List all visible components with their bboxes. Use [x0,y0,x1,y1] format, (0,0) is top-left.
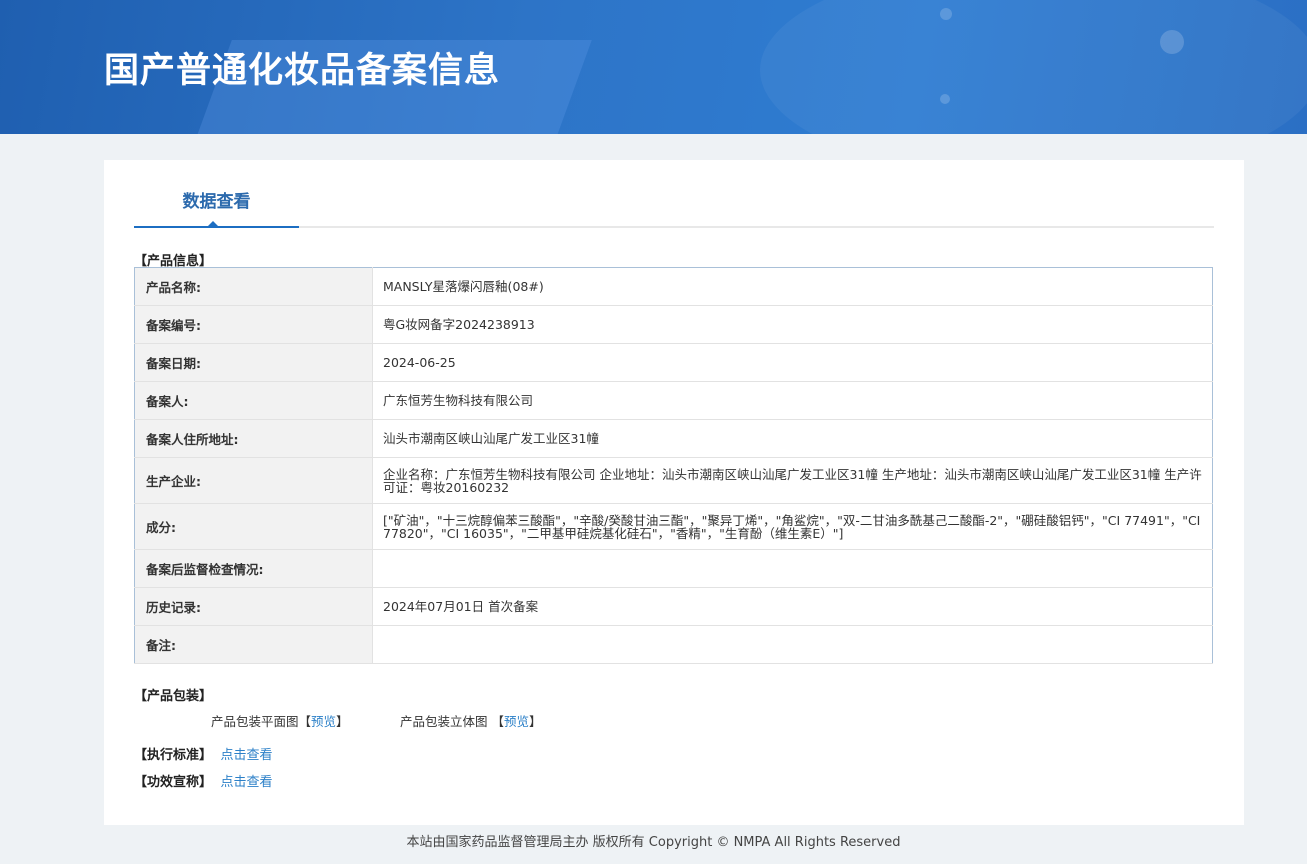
row-value [372,549,1213,588]
table-row: 备注: [134,625,1213,664]
efficacy-row: 【功效宣称】 点击查看 [134,771,273,790]
bracket: 【 [298,714,312,729]
banner-dot [940,8,952,20]
content-card: 数据查看 【产品信息】 产品名称: MANSLY星落爆闪唇釉(08#) 备案编号… [104,160,1244,825]
packaging-flat: 产品包装平面图【预览】 [211,711,349,730]
row-value [372,625,1213,664]
product-info-table: 产品名称: MANSLY星落爆闪唇釉(08#) 备案编号: 粤G妆网备字2024… [134,267,1213,664]
preview-stereo-link[interactable]: 预览 [504,714,529,729]
standard-row: 【执行标准】 点击查看 [134,744,273,763]
banner-dot [940,94,950,104]
row-value: 粤G妆网备字2024238913 [372,305,1213,344]
table-row: 备案日期: 2024-06-25 [134,343,1213,382]
row-value: 2024-06-25 [372,343,1213,382]
banner-decoration [760,0,1307,134]
page-title: 国产普通化妆品备案信息 [104,51,501,91]
row-value: 企业名称：广东恒芳生物科技有限公司 企业地址：汕头市潮南区峡山汕尾广发工业区31… [372,457,1213,504]
banner-dot [1160,30,1184,54]
bracket: 】 [529,714,542,729]
tab-data-view[interactable]: 数据查看 [134,178,299,228]
row-value: 汕头市潮南区峡山汕尾广发工业区31幢 [372,419,1213,458]
row-value: 广东恒芳生物科技有限公司 [372,381,1213,420]
row-key: 备案日期: [134,343,373,382]
standard-view-link[interactable]: 点击查看 [221,748,273,763]
packaging-stereo: 产品包装立体图 【预览】 [400,711,542,730]
packaging-stereo-label: 产品包装立体图 [400,714,488,729]
preview-flat-link[interactable]: 预览 [311,714,336,729]
table-row: 历史记录: 2024年07月01日 首次备案 [134,587,1213,626]
row-key: 备案人住所地址: [134,419,373,458]
efficacy-view-link[interactable]: 点击查看 [221,775,273,790]
row-key: 备案后监督检查情况: [134,549,373,588]
row-value: 2024年07月01日 首次备案 [372,587,1213,626]
table-row: 备案人住所地址: 汕头市潮南区峡山汕尾广发工业区31幢 [134,419,1213,458]
row-key: 备案编号: [134,305,373,344]
row-value: ["矿油"，"十三烷醇偏苯三酸酯"，"辛酸/癸酸甘油三酯"，"聚异丁烯"，"角鲨… [372,503,1213,550]
table-row: 备案人: 广东恒芳生物科技有限公司 [134,381,1213,420]
row-key: 生产企业: [134,457,373,504]
efficacy-label: 【功效宣称】 [134,775,213,790]
standard-label: 【执行标准】 [134,748,213,763]
footer-copyright: 本站由国家药品监督管理局主办 版权所有 Copyright © NMPA All… [406,835,901,850]
tab-bar: 数据查看 [134,178,1214,228]
table-row: 产品名称: MANSLY星落爆闪唇釉(08#) [134,267,1213,306]
header-banner: 国产普通化妆品备案信息 [0,0,1307,134]
row-key: 成分: [134,503,373,550]
row-key: 产品名称: [134,267,373,306]
table-row: 备案编号: 粤G妆网备字2024238913 [134,305,1213,344]
bracket: 【 [491,714,505,729]
row-key: 备案人: [134,381,373,420]
table-row: 生产企业: 企业名称：广东恒芳生物科技有限公司 企业地址：汕头市潮南区峡山汕尾广… [134,457,1213,504]
bracket: 】 [336,714,349,729]
packaging-flat-label: 产品包装平面图 [211,714,299,729]
row-key: 备注: [134,625,373,664]
caret-up-icon [207,221,219,227]
tab-label: 数据查看 [182,192,251,212]
packaging-heading: 【产品包装】 [134,689,213,704]
row-key: 历史记录: [134,587,373,626]
table-row: 备案后监督检查情况: [134,549,1213,588]
table-row: 成分: ["矿油"，"十三烷醇偏苯三酸酯"，"辛酸/癸酸甘油三酯"，"聚异丁烯"… [134,503,1213,550]
row-value: MANSLY星落爆闪唇釉(08#) [372,267,1213,306]
